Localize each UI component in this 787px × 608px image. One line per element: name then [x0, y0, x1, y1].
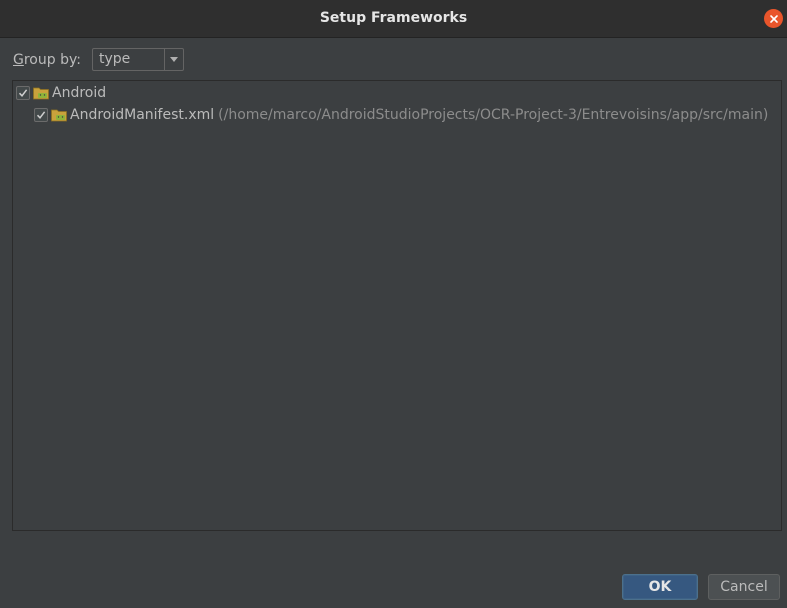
android-folder-icon [33, 87, 49, 100]
close-button[interactable] [764, 9, 783, 28]
tree-node-manifest[interactable]: AndroidManifest.xml (/home/marco/Android… [34, 104, 768, 126]
close-icon [769, 14, 778, 23]
group-by-dropdown[interactable]: type [92, 48, 184, 71]
cancel-button[interactable]: Cancel [708, 574, 780, 600]
group-by-label: Group by: [13, 52, 81, 68]
manifest-node-label: AndroidManifest.xml [70, 107, 215, 123]
group-by-value: type [99, 51, 131, 67]
android-checkbox[interactable] [16, 86, 30, 100]
android-folder-icon [51, 109, 67, 122]
checkmark-icon [36, 111, 46, 119]
manifest-checkbox[interactable] [34, 108, 48, 122]
checkmark-icon [18, 89, 28, 97]
title-bar: Setup Frameworks [0, 0, 787, 38]
android-node-label: Android [52, 85, 107, 101]
dialog-title: Setup Frameworks [319, 10, 468, 26]
frameworks-tree[interactable]: Android AndroidManifest.xml (/home/marco… [12, 80, 782, 531]
manifest-node-path: (/home/marco/AndroidStudioProjects/OCR-P… [218, 107, 769, 123]
tree-node-android[interactable]: Android [16, 82, 106, 104]
dropdown-arrow-icon[interactable] [165, 49, 183, 70]
ok-button[interactable]: OK [622, 574, 698, 600]
